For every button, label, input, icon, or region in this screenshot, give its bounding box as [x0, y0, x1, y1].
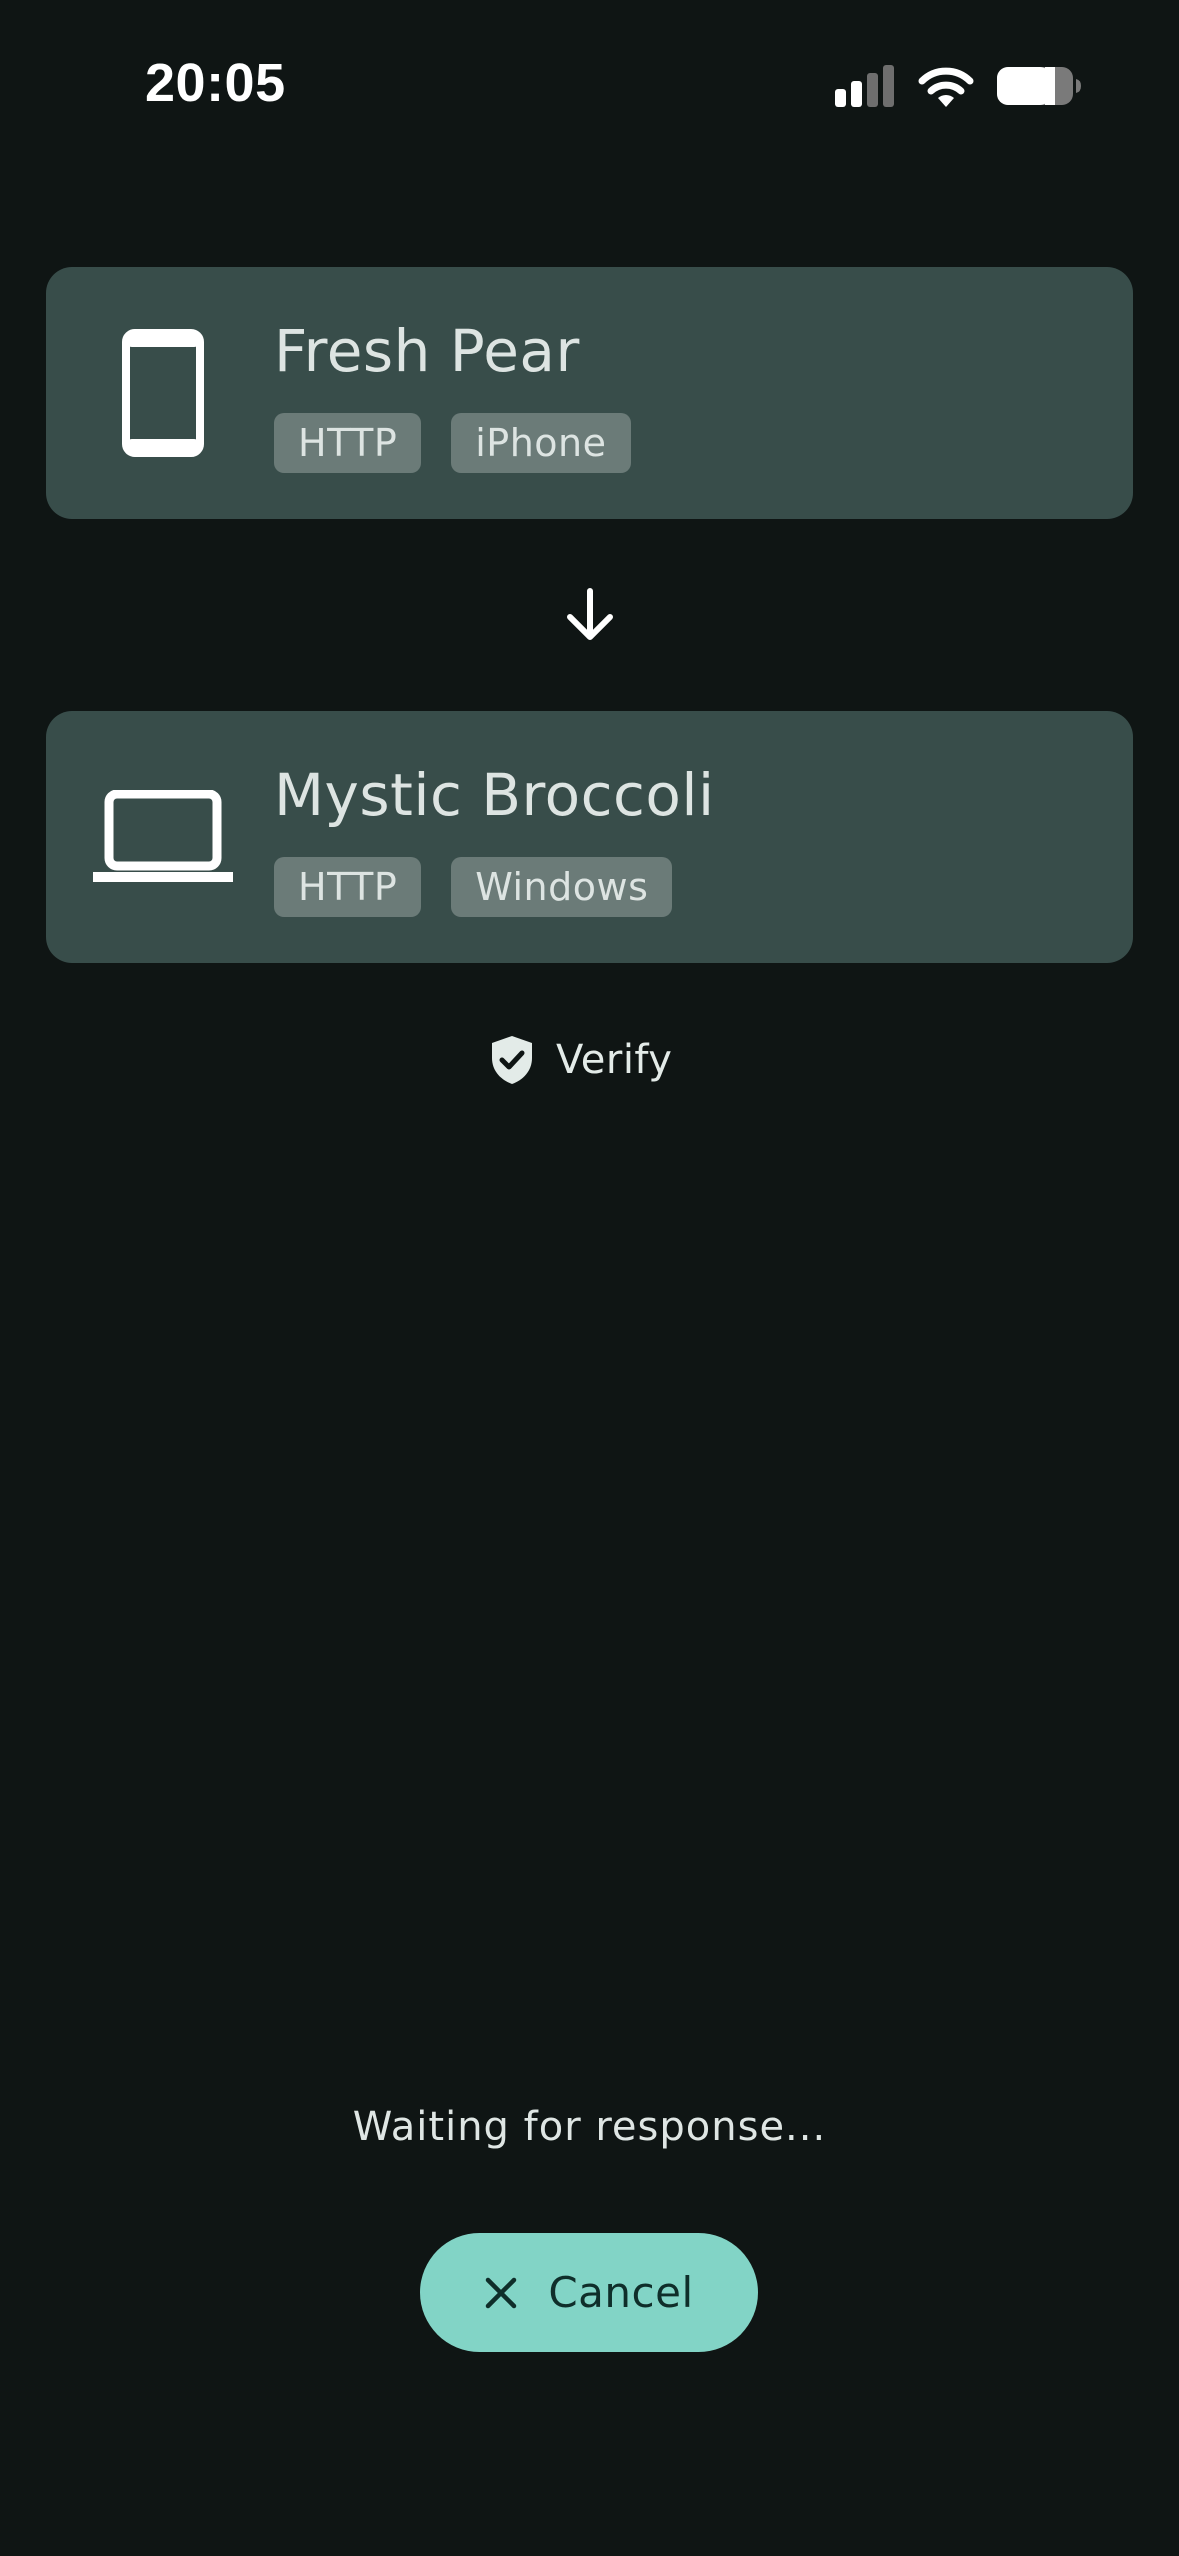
cellular-signal-icon [835, 65, 894, 107]
close-icon [486, 2277, 517, 2308]
sender-device-name: Fresh Pear [274, 317, 580, 385]
laptop-icon [88, 711, 238, 963]
phone-icon [88, 267, 238, 519]
sender-protocol-tag: HTTP [274, 413, 422, 473]
status-time: 20:05 [145, 53, 286, 113]
sender-tags: HTTP iPhone [274, 413, 631, 473]
cancel-label: Cancel [548, 2268, 694, 2317]
receiver-device-card: Mystic Broccoli HTTP Windows [46, 711, 1133, 963]
status-icons [835, 62, 1081, 110]
receiver-device-type-tag: Windows [451, 857, 673, 917]
verify-button[interactable]: Verify [490, 1030, 672, 1090]
battery-icon [997, 67, 1081, 105]
wifi-icon [918, 67, 974, 107]
sender-device-card: Fresh Pear HTTP iPhone [46, 267, 1133, 519]
arrow-down-icon [567, 588, 613, 640]
status-message: Waiting for response... [352, 2104, 827, 2150]
receiver-tags: HTTP Windows [274, 857, 673, 917]
shield-check-icon [492, 1036, 532, 1084]
verify-label: Verify [556, 1037, 673, 1083]
receiver-protocol-tag: HTTP [274, 857, 422, 917]
receiver-device-name: Mystic Broccoli [274, 761, 715, 829]
sender-device-type-tag: iPhone [451, 413, 631, 473]
cancel-button[interactable]: Cancel [420, 2233, 758, 2352]
